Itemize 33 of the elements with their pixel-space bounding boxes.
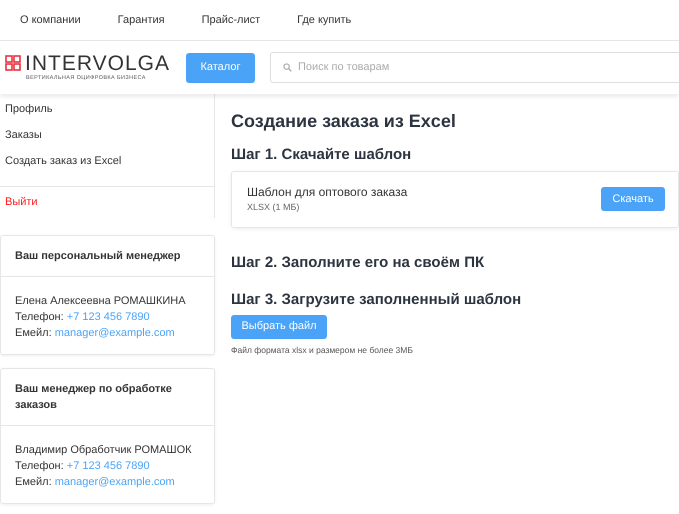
email-link[interactable]: manager@example.com: [54, 476, 175, 488]
nav-link[interactable]: Прайс-лист: [202, 12, 260, 28]
step-heading: Шаг 2. Заполните его на своём ПК: [231, 254, 486, 272]
phone-label: Телефон:: [15, 311, 64, 323]
phone-link[interactable]: +7 123 456 7890: [66, 311, 150, 323]
phone-label: Телефон:: [15, 460, 64, 472]
sidebar-item[interactable]: Заказы: [0, 129, 214, 142]
step-heading: Шаг 1. Скачайте шаблон: [231, 146, 412, 164]
manager-title: Ваш менеджер по обработке заказов: [1, 369, 214, 426]
phone-link[interactable]: +7 123 456 7890: [66, 460, 150, 472]
manager-name: Елена Алексеевна РОМАШКИНА: [15, 294, 187, 309]
page-title: Создание заказа из Excel: [231, 111, 457, 133]
email-label: Емейл:: [15, 476, 52, 488]
sidebar-item[interactable]: Создать заказ из Excel: [0, 155, 214, 168]
nav-link[interactable]: Гарантия: [118, 12, 165, 28]
nav-link[interactable]: Где купить: [297, 12, 352, 28]
email-label: Емейл:: [15, 327, 52, 339]
logo-icon: [5, 55, 21, 72]
logo-text: INTERVOLGA: [25, 52, 170, 74]
step-heading: Шаг 3. Загрузите заполненный шаблон: [231, 290, 522, 309]
choose-file-button[interactable]: Выбрать файл: [231, 314, 327, 339]
template-meta: XLSX (1 МБ): [247, 201, 300, 214]
catalog-button[interactable]: Каталог: [186, 52, 255, 82]
manager-name: Владимир Обработчик РОМАШОК: [15, 443, 193, 458]
download-button[interactable]: Скачать: [601, 187, 665, 212]
search-icon: [282, 63, 292, 72]
email-link[interactable]: manager@example.com: [54, 327, 175, 339]
search-field[interactable]: Поиск по товарам: [270, 52, 679, 83]
nav-link[interactable]: О компании: [20, 12, 81, 28]
sidebar-item[interactable]: Профиль: [0, 103, 214, 116]
manager-title: Ваш персональный менеджер: [1, 236, 214, 277]
upload-note: Файл формата xlsx и размером не более 3МБ: [231, 344, 414, 356]
template-name: Шаблон для оптового заказа: [247, 184, 408, 202]
